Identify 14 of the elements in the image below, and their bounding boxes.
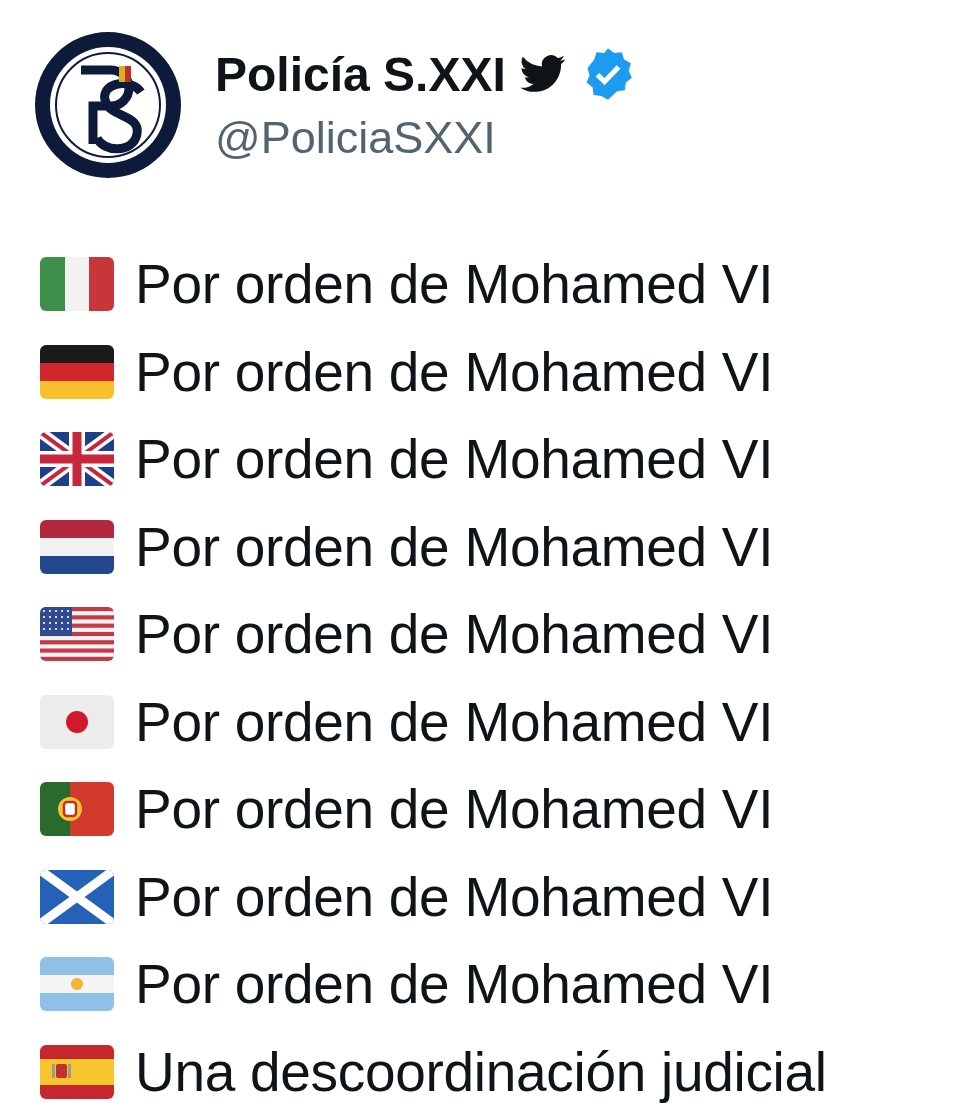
tweet-line-text: Por orden de Mohamed VI (135, 689, 774, 754)
tweet-line-text: Una descoordinación judicial (135, 1039, 827, 1104)
author-name[interactable]: Policía S.XXI (215, 46, 506, 102)
tweet-line-text: Por orden de Mohamed VI (135, 602, 774, 666)
avatar-logo-icon (33, 30, 183, 180)
tweet-line-text: Por orden de Mohamed VI (135, 252, 774, 316)
tweet-line-text: Por orden de Mohamed VI (135, 777, 774, 841)
tweet-line-text: Por orden de Mohamed VI (135, 514, 774, 579)
tweet-line-text: Por orden de Mohamed VI (135, 339, 774, 404)
tweet-line-text: Por orden de Mohamed VI (135, 864, 774, 929)
author-handle[interactable]: @PoliciaSXXI (215, 112, 636, 164)
tweet-line-text: Por orden de Mohamed VI (135, 427, 774, 491)
tweet-line-text: Por orden de Mohamed VI (135, 952, 774, 1016)
bird-icon (519, 55, 566, 93)
